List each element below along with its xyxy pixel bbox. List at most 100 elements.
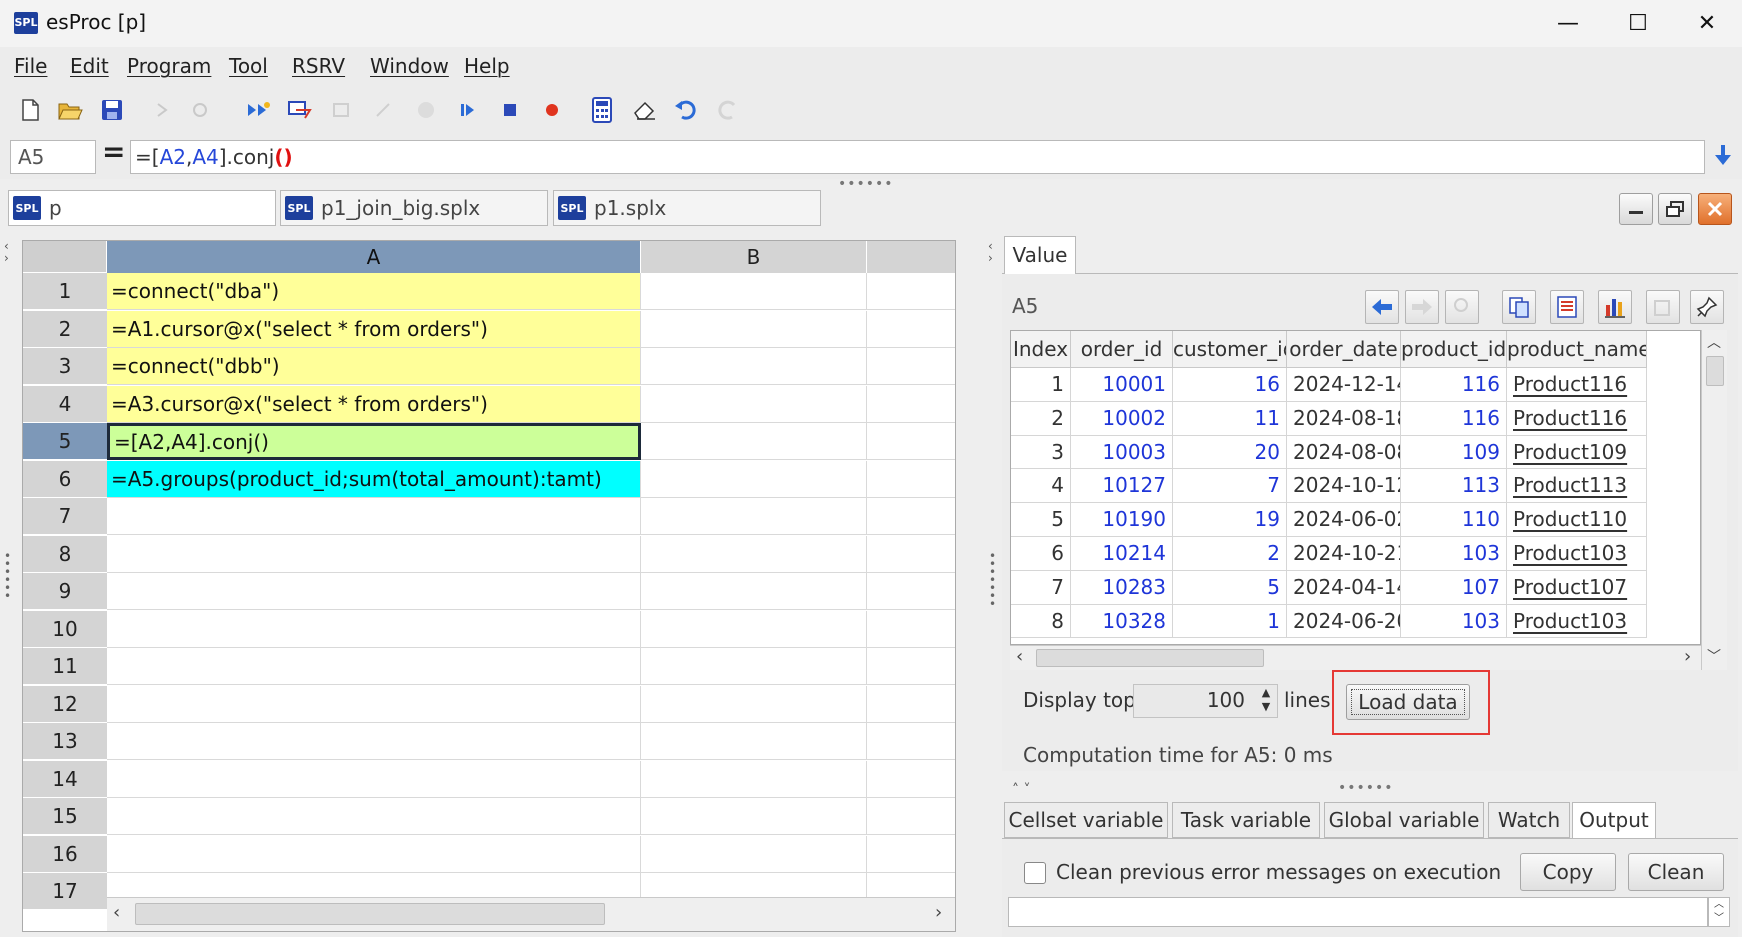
tab-watch[interactable]: Watch [1488, 802, 1570, 838]
cell-b13[interactable] [641, 723, 867, 760]
cell-b7[interactable] [641, 498, 867, 535]
cell-c7[interactable] [867, 498, 955, 535]
output-text-area[interactable] [1008, 897, 1708, 927]
cell-a8[interactable] [107, 535, 641, 573]
row-header[interactable]: 17 [23, 873, 107, 910]
row-header[interactable]: 8 [23, 535, 107, 573]
cell-a13[interactable] [107, 723, 641, 760]
cell-c10[interactable] [867, 611, 955, 648]
calculator-icon[interactable] [588, 96, 616, 124]
menu-rsrv[interactable]: RSRV [292, 54, 345, 78]
collapse-right-icon[interactable]: ‹ › [988, 240, 993, 264]
value-column-header[interactable]: order_id [1071, 331, 1173, 368]
cell-a14[interactable] [107, 760, 641, 798]
eraser-icon[interactable] [630, 96, 658, 124]
cell-b9[interactable] [641, 573, 867, 610]
horizontal-splitter[interactable]: •••••• [838, 176, 894, 192]
cell-c9[interactable] [867, 573, 955, 610]
collapse-output-icon[interactable]: ˄ ˅ [1012, 782, 1030, 798]
cell-c11[interactable] [867, 648, 955, 685]
cell-c12[interactable] [867, 686, 955, 723]
maximize-button[interactable]: ☐ [1603, 0, 1673, 47]
cell-a5[interactable]: =[A2,A4].conj() [107, 423, 641, 460]
cell-a10[interactable] [107, 610, 641, 648]
file-tab-p1[interactable]: SPL p1.splx [553, 190, 821, 226]
cell-c5[interactable] [867, 423, 955, 460]
menu-tool[interactable]: Tool [229, 54, 268, 78]
value-column-header[interactable]: Index [1011, 331, 1071, 368]
value-column-header[interactable]: product_id [1401, 331, 1507, 368]
formula-input[interactable]: =[A2,A4].conj() [130, 140, 1705, 174]
row-header[interactable]: 5 [23, 423, 107, 460]
clean-button[interactable]: Clean [1628, 853, 1724, 891]
close-button[interactable]: ✕ [1672, 0, 1742, 47]
row-header[interactable]: 4 [23, 385, 107, 423]
row-header[interactable]: 15 [23, 798, 107, 835]
copy-value-icon[interactable] [1502, 290, 1536, 324]
run-to-cursor-icon[interactable] [244, 96, 272, 124]
cell-c13[interactable] [867, 723, 955, 760]
cell-c1[interactable] [867, 273, 955, 310]
product-link[interactable]: Product116 [1507, 368, 1647, 402]
save-icon[interactable] [98, 96, 126, 124]
value-column-header[interactable]: customer_id [1173, 331, 1287, 368]
cell-c3[interactable] [867, 348, 955, 385]
cell-reference-field[interactable]: A5 [10, 140, 96, 174]
row-header[interactable]: 13 [23, 723, 107, 760]
product-link[interactable]: Product116 [1507, 401, 1647, 436]
row-header[interactable]: 6 [23, 460, 107, 498]
copy-button[interactable]: Copy [1520, 853, 1616, 891]
cell-a6[interactable]: =A5.groups(product_id;sum(total_amount):… [107, 460, 641, 498]
cell-a2[interactable]: =A1.cursor@x("select * from orders") [107, 310, 641, 348]
new-file-icon[interactable] [16, 96, 44, 124]
cell-b4[interactable] [641, 385, 867, 423]
product-link[interactable]: Product103 [1507, 537, 1647, 571]
product-link[interactable]: Product109 [1507, 435, 1647, 470]
breakpoint-icon[interactable] [538, 96, 566, 124]
cell-a3[interactable]: =connect("dbb") [107, 348, 641, 385]
file-tab-p1-join-big[interactable]: SPL p1_join_big.splx [280, 190, 548, 226]
table-view-icon[interactable] [1550, 290, 1584, 324]
load-data-button[interactable]: Load data [1346, 684, 1470, 720]
cell-b5[interactable] [641, 423, 867, 460]
cell-b2[interactable] [641, 310, 867, 348]
scroll-left-icon[interactable]: ‹ [1016, 646, 1023, 667]
undo-icon[interactable] [672, 96, 700, 124]
collapse-left-icon[interactable]: ‹ › [4, 240, 9, 264]
stop-icon[interactable] [496, 96, 524, 124]
cell-c2[interactable] [867, 311, 955, 348]
open-folder-icon[interactable] [56, 96, 84, 124]
execute-icon[interactable] [286, 96, 314, 124]
cell-a11[interactable] [107, 648, 641, 685]
minimize-button[interactable]: — [1533, 0, 1603, 47]
row-header[interactable]: 2 [23, 310, 107, 348]
output-scroll-arrows[interactable]: ︿ ﹀ [1708, 897, 1730, 927]
product-link[interactable]: Product107 [1507, 570, 1647, 605]
spinner-arrows-icon[interactable]: ▲ ▼ [1256, 686, 1276, 716]
minimize-sheet-icon[interactable] [1619, 193, 1653, 225]
value-column-header[interactable]: order_date [1287, 331, 1401, 368]
close-sheet-icon[interactable] [1698, 193, 1732, 225]
cell-b11[interactable] [641, 648, 867, 685]
cell-b16[interactable] [641, 835, 867, 873]
menu-window[interactable]: Window [370, 54, 449, 78]
scroll-left-icon[interactable]: ‹ [113, 902, 120, 923]
cell-b6[interactable] [641, 460, 867, 498]
tab-global-variable[interactable]: Global variable [1324, 802, 1484, 838]
vertical-splitter[interactable]: •••••• [1338, 780, 1394, 796]
product-link[interactable]: Product110 [1507, 503, 1647, 537]
tab-task-variable[interactable]: Task variable [1172, 802, 1320, 838]
cell-a16[interactable] [107, 835, 641, 873]
cell-a1[interactable]: =connect("dba") [107, 273, 641, 310]
row-header[interactable]: 7 [23, 498, 107, 535]
scroll-up-icon[interactable]: ︿ [1707, 332, 1721, 352]
row-header[interactable]: 11 [23, 648, 107, 685]
cell-c6[interactable] [867, 461, 955, 498]
cell-b3[interactable] [641, 348, 867, 385]
product-link[interactable]: Product103 [1507, 604, 1647, 639]
grid-horizontal-scrollbar[interactable]: ‹ › [107, 897, 955, 931]
cell-c14[interactable] [867, 761, 955, 798]
cell-b15[interactable] [641, 798, 867, 835]
cell-b8[interactable] [641, 535, 867, 573]
cell-a4[interactable]: =A3.cursor@x("select * from orders") [107, 385, 641, 423]
